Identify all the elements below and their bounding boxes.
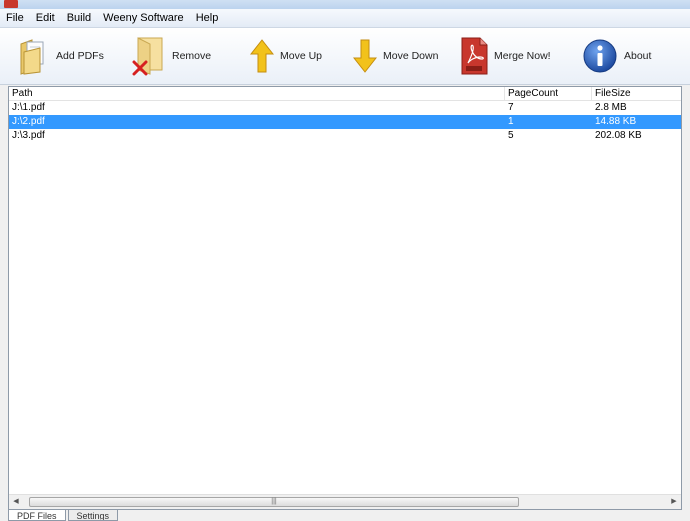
column-filesize[interactable]: FileSize — [592, 87, 681, 100]
folder-add-icon — [20, 39, 44, 75]
about-label: About — [624, 50, 652, 62]
cell-pagecount: 7 — [508, 102, 514, 113]
scrollbar-thumb[interactable]: ||| — [29, 497, 519, 507]
menu-edit[interactable]: Edit — [30, 12, 61, 24]
info-icon — [583, 39, 617, 73]
about-button[interactable]: About — [582, 36, 651, 76]
app-icon — [4, 0, 18, 8]
arrow-up-icon — [250, 39, 274, 73]
menu-build[interactable]: Build — [61, 12, 97, 24]
remove-x-icon — [132, 37, 163, 76]
move-up-button[interactable]: Move Up — [250, 36, 322, 76]
pdf-file-list[interactable]: Path PageCount FileSize J:\1.pdf 7 2.8 M… — [8, 86, 682, 510]
list-header: Path PageCount FileSize — [9, 87, 681, 101]
bottom-tabs: PDF Files Settings — [8, 510, 120, 521]
scroll-right-arrow-icon[interactable]: ▶ — [667, 495, 681, 509]
cell-filesize: 2.8 MB — [595, 102, 627, 113]
cell-path: J:\1.pdf — [12, 102, 45, 113]
title-bar — [0, 0, 690, 9]
cell-pagecount: 1 — [508, 116, 514, 127]
cell-path: J:\2.pdf — [12, 116, 45, 127]
remove-button[interactable]: Remove — [132, 36, 211, 76]
add-pdfs-button[interactable]: Add PDFs — [18, 36, 104, 76]
table-row[interactable]: J:\2.pdf 1 14.88 KB — [9, 115, 681, 129]
merge-now-button[interactable]: Merge Now! — [460, 36, 551, 76]
arrow-down-icon — [353, 39, 377, 73]
move-down-label: Move Down — [383, 50, 439, 62]
remove-label: Remove — [172, 50, 212, 62]
column-path[interactable]: Path — [9, 87, 505, 100]
table-row[interactable]: J:\1.pdf 7 2.8 MB — [9, 101, 681, 115]
cell-filesize: 202.08 KB — [595, 130, 642, 141]
menu-file[interactable]: File — [0, 12, 30, 24]
menu-bar: File Edit Build Weeny Software Help — [0, 9, 690, 28]
add-pdfs-label: Add PDFs — [56, 50, 104, 62]
toolbar: Add PDFs Remove Move Up Move Down Merge … — [0, 28, 690, 85]
cell-filesize: 14.88 KB — [595, 116, 637, 127]
cell-pagecount: 5 — [508, 130, 514, 141]
cell-path: J:\3.pdf — [12, 130, 45, 141]
menu-help[interactable]: Help — [190, 12, 225, 24]
move-down-button[interactable]: Move Down — [353, 36, 438, 76]
horizontal-scrollbar[interactable]: ◀ ||| ▶ — [9, 494, 681, 509]
move-up-label: Move Up — [280, 50, 323, 62]
table-row[interactable]: J:\3.pdf 5 202.08 KB — [9, 129, 681, 143]
merge-now-label: Merge Now! — [494, 50, 551, 62]
pdf-icon — [461, 37, 488, 75]
tab-settings[interactable]: Settings — [67, 510, 119, 521]
scroll-left-arrow-icon[interactable]: ◀ — [9, 495, 23, 509]
tab-pdf-files[interactable]: PDF Files — [8, 510, 66, 521]
column-pagecount[interactable]: PageCount — [505, 87, 592, 100]
menu-weeny-software[interactable]: Weeny Software — [97, 12, 190, 24]
